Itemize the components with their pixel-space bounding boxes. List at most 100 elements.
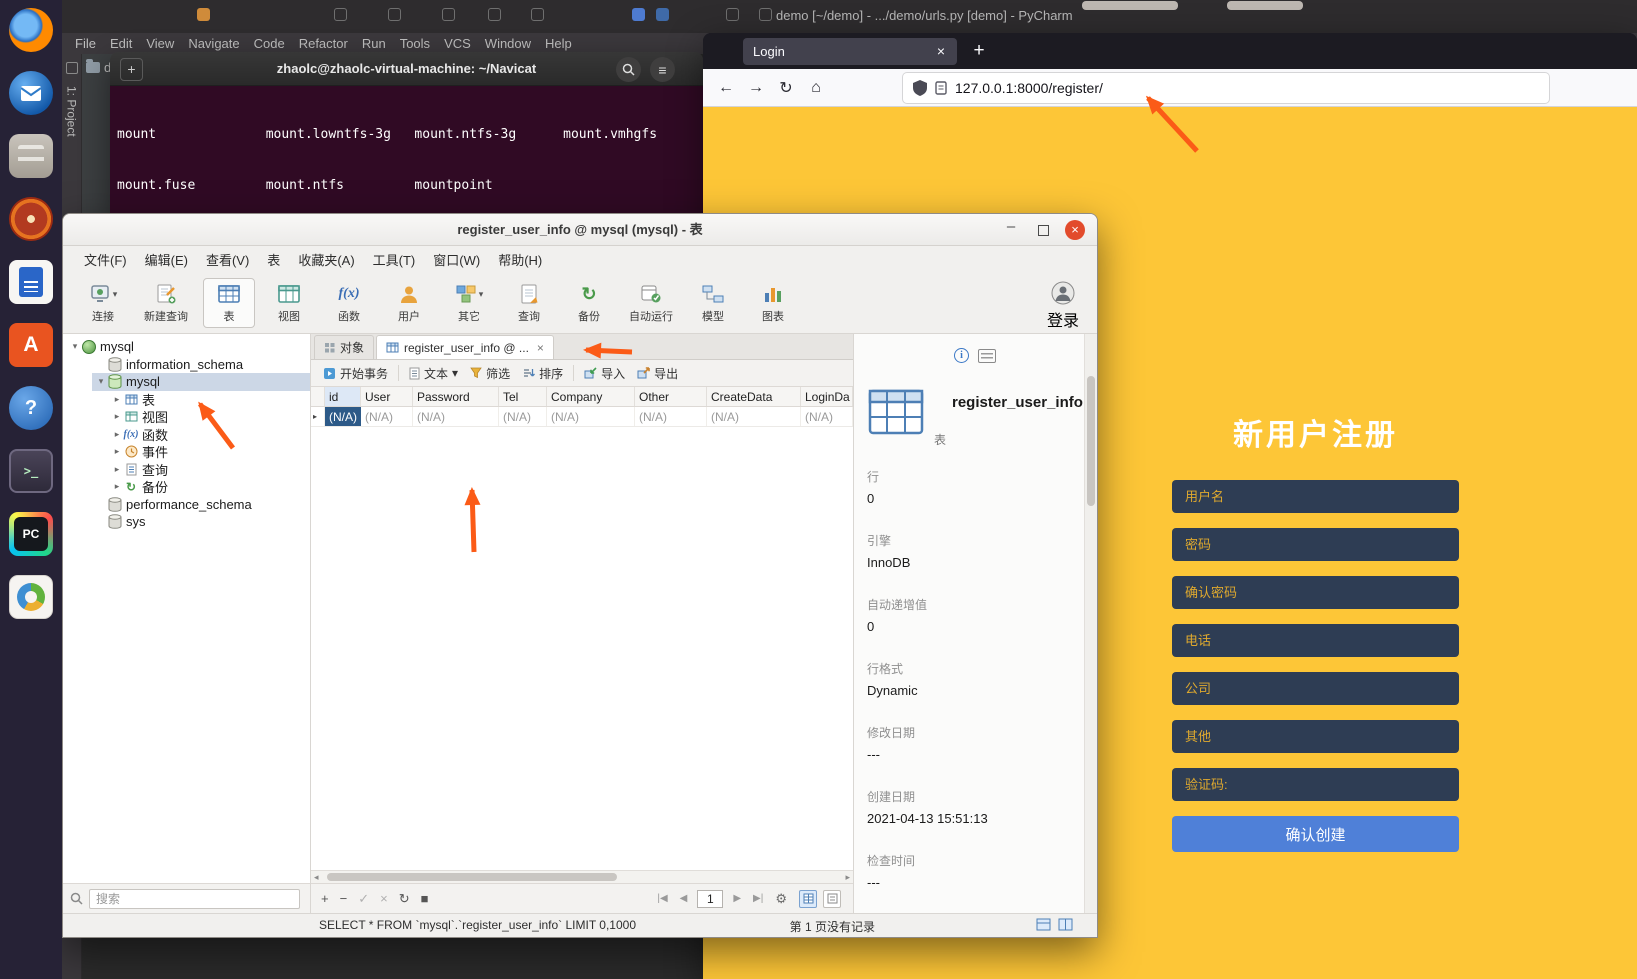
page-number-input[interactable] bbox=[697, 889, 724, 908]
menu-run[interactable]: Run bbox=[355, 34, 393, 53]
shield-icon[interactable] bbox=[913, 79, 927, 96]
toolbar-connection[interactable]: ▾ 连接 bbox=[77, 278, 129, 328]
cell-createdata[interactable]: (N/A) bbox=[707, 407, 801, 426]
toolbar-view[interactable]: 视图 bbox=[263, 278, 315, 328]
dock-thunderbird-icon[interactable] bbox=[9, 71, 53, 115]
menu-tools[interactable]: Tools bbox=[393, 34, 437, 53]
toolbar-query[interactable]: 查询 bbox=[503, 278, 555, 328]
maximize-icon[interactable] bbox=[1038, 225, 1049, 236]
menu-refactor[interactable]: Refactor bbox=[292, 34, 355, 53]
titlebar-icon[interactable] bbox=[726, 8, 739, 21]
begin-transaction-button[interactable]: 开始事务 bbox=[317, 362, 394, 385]
caret-right-icon[interactable]: ▸ bbox=[111, 394, 123, 405]
project-tool-button[interactable]: 1: Project bbox=[65, 86, 79, 137]
new-tab-button[interactable]: + bbox=[120, 58, 143, 81]
caret-right-icon[interactable]: ▸ bbox=[111, 446, 123, 457]
tab-register-user-info[interactable]: register_user_info @ ... × bbox=[376, 335, 554, 359]
dock-help-icon[interactable]: ? bbox=[9, 386, 53, 430]
tab-login[interactable]: Login × bbox=[743, 38, 957, 65]
scrollbar-thumb[interactable] bbox=[327, 873, 617, 881]
titlebar-icon[interactable] bbox=[531, 8, 544, 21]
cell-company[interactable]: (N/A) bbox=[547, 407, 635, 426]
forward-icon[interactable]: → bbox=[741, 73, 771, 103]
firefox-tabbar[interactable]: Login × + bbox=[703, 33, 1637, 69]
home-icon[interactable]: ⌂ bbox=[801, 73, 831, 103]
menu-edit[interactable]: 编辑(E) bbox=[136, 246, 197, 273]
scrollbar-thumb[interactable] bbox=[1087, 376, 1095, 506]
tree-item-events[interactable]: ▸ 事件 bbox=[63, 443, 310, 461]
menu-view[interactable]: 查看(V) bbox=[197, 246, 258, 273]
tree-search-input[interactable] bbox=[89, 888, 300, 909]
tab-close-icon[interactable]: × bbox=[931, 42, 951, 62]
caret-right-icon[interactable]: ▸ bbox=[111, 481, 123, 492]
back-icon[interactable]: ← bbox=[711, 73, 741, 103]
company-field[interactable] bbox=[1172, 672, 1459, 705]
tool-window-icon[interactable] bbox=[65, 62, 78, 74]
caret-down-icon[interactable]: ▾ bbox=[95, 376, 107, 387]
telephone-field[interactable] bbox=[1172, 624, 1459, 657]
scroll-right-icon[interactable]: ▸ bbox=[845, 871, 850, 883]
text-button[interactable]: 文本 ▾ bbox=[403, 362, 464, 385]
dock-files-icon[interactable] bbox=[9, 134, 53, 178]
navicat-titlebar[interactable]: register_user_info @ mysql (mysql) - 表 –… bbox=[63, 214, 1097, 246]
captcha-field[interactable] bbox=[1172, 768, 1459, 801]
horizontal-scrollbar[interactable]: ◂ ▸ bbox=[311, 870, 853, 883]
tree-item-information-schema[interactable]: information_schema bbox=[63, 356, 310, 374]
status-view-icon[interactable] bbox=[1036, 918, 1051, 934]
cell-other[interactable]: (N/A) bbox=[635, 407, 707, 426]
scroll-left-icon[interactable]: ◂ bbox=[314, 871, 319, 883]
toolbar-function[interactable]: f(x) 函数 bbox=[323, 278, 375, 328]
form-view-toggle[interactable] bbox=[823, 889, 841, 908]
page-info-icon[interactable] bbox=[935, 80, 947, 95]
toolbar-chart[interactable]: 图表 bbox=[747, 278, 799, 328]
column-header-other[interactable]: Other bbox=[635, 387, 707, 406]
toolbar-automation[interactable]: 自动运行 bbox=[623, 278, 679, 328]
export-button[interactable]: 导出 bbox=[631, 362, 684, 385]
password-field[interactable] bbox=[1172, 528, 1459, 561]
previous-page-icon[interactable]: ◀ bbox=[680, 893, 688, 904]
column-header-tel[interactable]: Tel bbox=[499, 387, 547, 406]
menu-code[interactable]: Code bbox=[247, 34, 292, 53]
caret-right-icon[interactable]: ▸ bbox=[111, 411, 123, 422]
refresh-icon[interactable]: ↻ bbox=[399, 891, 410, 907]
info-icon[interactable]: i bbox=[954, 348, 969, 363]
status-view-icon[interactable] bbox=[1058, 918, 1073, 934]
grid-view-toggle[interactable] bbox=[799, 889, 817, 908]
pycharm-titlebar[interactable]: demo [~/demo] - .../demo/urls.py [demo] … bbox=[62, 0, 1637, 33]
caret-down-icon[interactable]: ▾ bbox=[69, 341, 81, 352]
dock-firefox-icon[interactable] bbox=[9, 8, 53, 52]
column-header-company[interactable]: Company bbox=[547, 387, 635, 406]
toolbar-new-query[interactable]: 新建查询 bbox=[137, 278, 195, 328]
ddl-icon[interactable] bbox=[978, 348, 996, 363]
delete-record-icon[interactable]: − bbox=[340, 891, 348, 906]
titlebar-icon[interactable] bbox=[488, 8, 501, 21]
confirm-password-field[interactable] bbox=[1172, 576, 1459, 609]
menu-view[interactable]: View bbox=[139, 34, 181, 53]
username-field[interactable] bbox=[1172, 480, 1459, 513]
titlebar-icon[interactable] bbox=[759, 8, 772, 21]
toolbar-others[interactable]: ▾ 其它 bbox=[443, 278, 495, 328]
column-header-password[interactable]: Password bbox=[413, 387, 499, 406]
tree-item-connection-mysql[interactable]: ▾ mysql bbox=[63, 338, 310, 356]
column-header-logindata[interactable]: LoginDa bbox=[801, 387, 853, 406]
menu-navigate[interactable]: Navigate bbox=[181, 34, 246, 53]
data-grid[interactable]: id User Password Tel Company Other Creat… bbox=[311, 387, 853, 870]
tree-item-performance-schema[interactable]: performance_schema bbox=[63, 496, 310, 514]
other-field[interactable] bbox=[1172, 720, 1459, 753]
url-input[interactable] bbox=[955, 79, 1539, 96]
tree-item-functions[interactable]: ▸ f(x) 函数 bbox=[63, 426, 310, 444]
caret-right-icon[interactable]: ▸ bbox=[111, 464, 123, 475]
titlebar-icon[interactable] bbox=[334, 8, 347, 21]
dock-libreoffice-writer-icon[interactable] bbox=[9, 260, 53, 304]
first-page-icon[interactable]: |◀ bbox=[657, 893, 667, 904]
menu-window[interactable]: Window bbox=[478, 34, 538, 53]
menu-help[interactable]: Help bbox=[538, 34, 579, 53]
table-row[interactable]: ▸ (N/A) (N/A) (N/A) (N/A) (N/A) (N/A) (N… bbox=[311, 407, 853, 427]
import-button[interactable]: 导入 bbox=[578, 362, 631, 385]
toolbar-user[interactable]: 用户 bbox=[383, 278, 435, 328]
menu-window[interactable]: 窗口(W) bbox=[424, 246, 489, 273]
tree-item-mysql-db[interactable]: ▾ mysql bbox=[63, 373, 310, 391]
tab-objects[interactable]: 对象 bbox=[314, 335, 375, 359]
toolbar-table[interactable]: 表 bbox=[203, 278, 255, 328]
titlebar-icon[interactable] bbox=[442, 8, 455, 21]
